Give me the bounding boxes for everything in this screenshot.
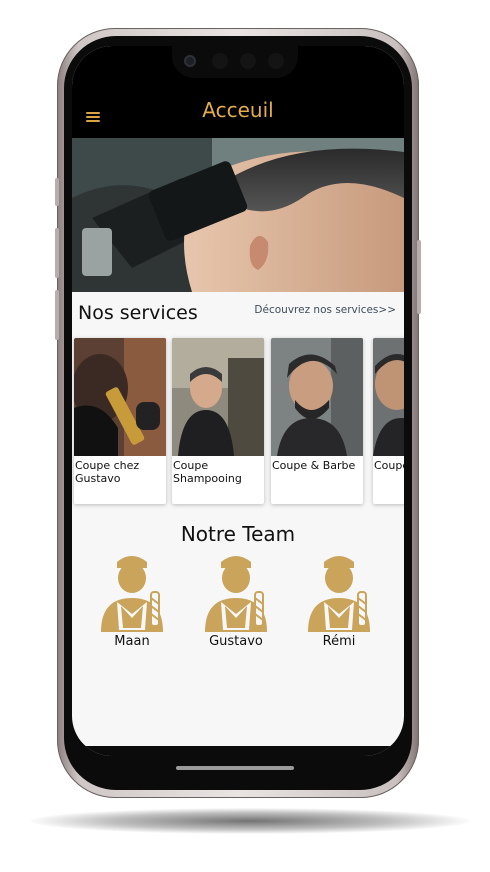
discover-services-link[interactable]: Découvrez nos services>>: [254, 304, 396, 316]
sensor: [212, 53, 228, 69]
service-photo: [74, 338, 166, 456]
service-label: Coupe Shampooing: [173, 459, 242, 485]
service-photo: [172, 338, 264, 456]
home-indicator[interactable]: [176, 766, 294, 770]
bottom-bezel: [72, 746, 404, 756]
app-screen: Acceuil Nos services Découvrez nos servi: [72, 46, 404, 756]
barber-avatar-icon: [308, 556, 370, 632]
front-camera: [184, 55, 196, 67]
service-label: Coupe chez: [374, 459, 404, 472]
team-member[interactable]: Rémi: [299, 552, 379, 649]
service-card[interactable]: Coupe chez Gustavo: [74, 338, 166, 504]
phone-shadow: [30, 808, 470, 834]
sensor: [240, 53, 256, 69]
services-carousel[interactable]: Coupe chez Gustavo Coupe Shampooing Coup…: [74, 338, 404, 508]
side-button: [417, 240, 421, 314]
sensor: [268, 53, 284, 69]
member-name: Maan: [114, 634, 150, 649]
service-card[interactable]: Coupe & Barbe: [271, 338, 363, 504]
member-name: Gustavo: [209, 634, 263, 649]
page-title: Acceuil: [202, 98, 274, 122]
barber-avatar-icon: [101, 556, 163, 632]
team-heading: Notre Team: [180, 522, 296, 546]
team-member[interactable]: Maan: [92, 552, 172, 649]
barber-avatar-icon: [205, 556, 267, 632]
member-name: Rémi: [322, 634, 356, 649]
hero-image: [72, 138, 404, 292]
services-heading: Nos services: [78, 302, 198, 324]
service-photo: [271, 338, 363, 456]
service-photo: [373, 338, 404, 456]
service-label: Coupe & Barbe: [272, 459, 356, 472]
side-button: [55, 178, 59, 206]
side-button: [55, 290, 59, 340]
side-button: [55, 228, 59, 278]
service-card[interactable]: Coupe Shampooing: [172, 338, 264, 504]
team-member[interactable]: Gustavo: [196, 552, 276, 649]
service-card[interactable]: Coupe chez: [373, 338, 404, 504]
service-label: Coupe chez Gustavo: [75, 459, 140, 485]
